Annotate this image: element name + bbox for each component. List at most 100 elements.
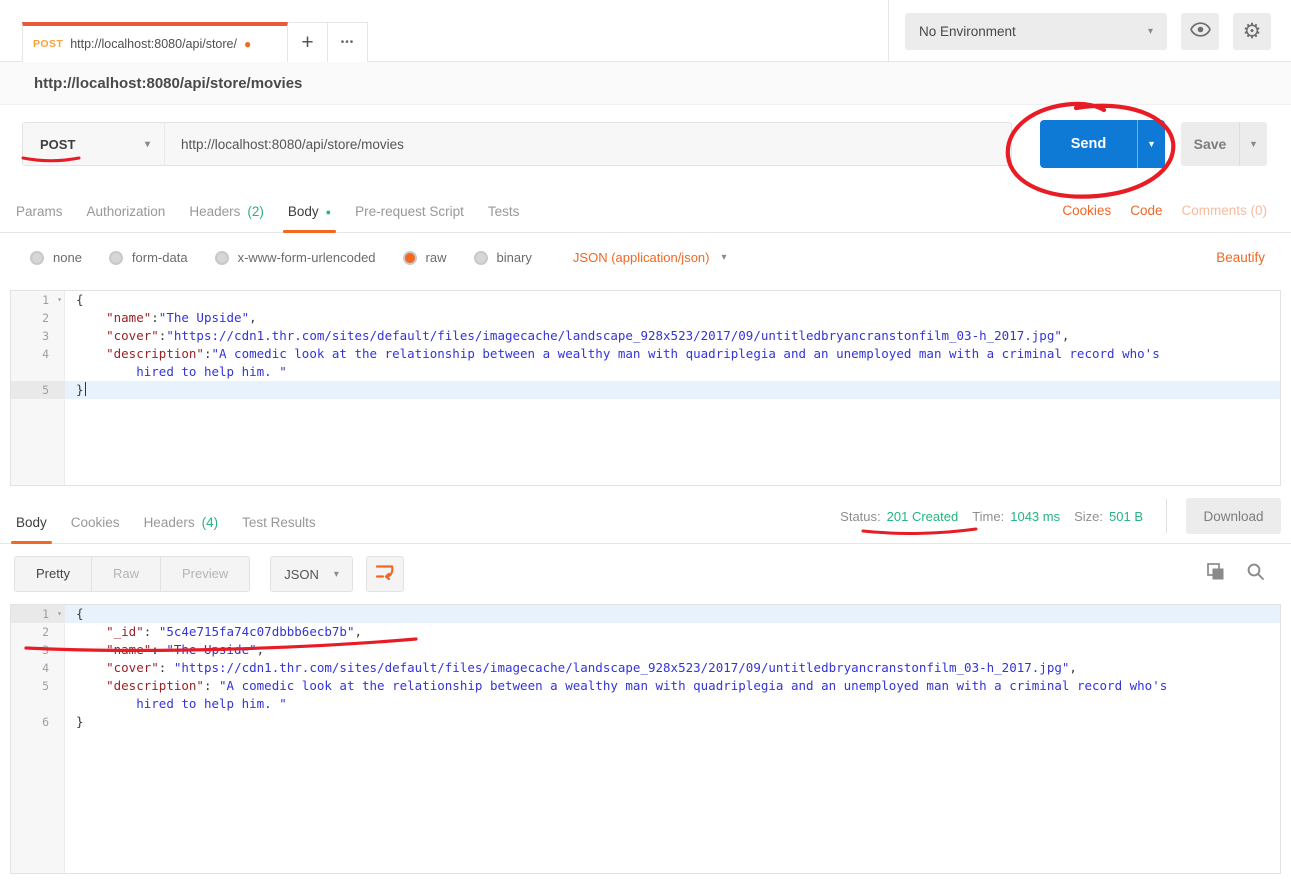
download-button[interactable]: Download bbox=[1186, 498, 1281, 534]
response-format-selector[interactable]: JSON ▾ bbox=[270, 556, 353, 592]
line-number bbox=[11, 363, 65, 381]
body-mode-x-www-form-urlencoded[interactable]: x-www-form-urlencoded bbox=[215, 250, 376, 265]
body-mode-label: form-data bbox=[132, 250, 188, 265]
method-selector[interactable]: POST ▾ bbox=[22, 122, 165, 166]
send-button[interactable]: Send bbox=[1040, 120, 1137, 168]
beautify-link[interactable]: Beautify bbox=[1216, 250, 1265, 265]
save-button[interactable]: Save bbox=[1181, 122, 1239, 166]
environment-selector[interactable]: No Environment ▾ bbox=[905, 13, 1167, 50]
search-icon[interactable] bbox=[1246, 562, 1265, 586]
link-comments-[interactable]: Comments (0) bbox=[1181, 203, 1267, 218]
request-tab-authorization[interactable]: Authorization bbox=[75, 191, 178, 232]
request-builder-row: POST ▾ http://localhost:8080/api/store/m… bbox=[0, 105, 1291, 183]
environment-quick-look-button[interactable] bbox=[1181, 13, 1219, 50]
token: "description" bbox=[106, 678, 204, 693]
request-tab-pre-request-script[interactable]: Pre-request Script bbox=[343, 191, 476, 232]
response-body-editor[interactable]: 1▾{2 "_id": "5c4e715fa74c07dbbb6ecb7b",3… bbox=[10, 604, 1281, 874]
code-text: "description":"A comedic look at the rel… bbox=[65, 345, 1160, 363]
open-request-tab[interactable]: POST http://localhost:8080/api/store/ ● bbox=[22, 22, 288, 62]
view-mode-raw[interactable]: Raw bbox=[92, 557, 161, 591]
code-line[interactable]: 4 "cover": "https://cdn1.thr.com/sites/d… bbox=[11, 659, 1280, 677]
code-line[interactable]: 5} bbox=[11, 381, 1280, 399]
body-mode-raw[interactable]: raw bbox=[403, 250, 447, 265]
line-number: 3 bbox=[11, 641, 65, 659]
code-text: "name": "The Upside", bbox=[65, 641, 264, 659]
body-set-dot: ● bbox=[326, 207, 331, 217]
token: : bbox=[151, 642, 166, 657]
radio-icon bbox=[30, 251, 44, 265]
token bbox=[76, 310, 106, 325]
view-mode-pretty[interactable]: Pretty bbox=[15, 557, 92, 591]
view-mode-preview[interactable]: Preview bbox=[161, 557, 249, 591]
body-mode-binary[interactable]: binary bbox=[474, 250, 532, 265]
save-options-button[interactable]: ▼ bbox=[1239, 122, 1267, 166]
token: hired to help him. " bbox=[136, 696, 287, 711]
wrap-lines-button[interactable] bbox=[366, 556, 404, 592]
token: { bbox=[76, 292, 84, 307]
url-input[interactable]: http://localhost:8080/api/store/movies bbox=[165, 122, 1012, 166]
content-type-selector[interactable]: JSON (application/json) ▾ bbox=[573, 250, 727, 265]
request-tab-headers[interactable]: Headers(2) bbox=[177, 191, 276, 232]
code-line[interactable]: 2 "_id": "5c4e715fa74c07dbbb6ecb7b", bbox=[11, 623, 1280, 641]
code-text: } bbox=[65, 381, 86, 399]
token: , bbox=[257, 642, 265, 657]
code-line[interactable]: 3 "cover":"https://cdn1.thr.com/sites/de… bbox=[11, 327, 1280, 345]
tab-count-badge: (2) bbox=[247, 204, 264, 219]
code-line[interactable]: 5 "description": "A comedic look at the … bbox=[11, 677, 1280, 695]
token: "The Upside" bbox=[166, 642, 256, 657]
save-button-group: Save ▼ bbox=[1181, 122, 1267, 166]
settings-button[interactable]: ⚙ bbox=[1233, 13, 1271, 50]
body-mode-label: raw bbox=[426, 250, 447, 265]
token: : bbox=[144, 624, 159, 639]
body-mode-form-data[interactable]: form-data bbox=[109, 250, 188, 265]
response-tab-headers[interactable]: Headers(4) bbox=[132, 502, 231, 543]
send-button-group: Send ▼ bbox=[1040, 120, 1165, 168]
code-line[interactable]: 6} bbox=[11, 713, 1280, 731]
code-line[interactable]: 1▾{ bbox=[11, 605, 1280, 623]
fold-toggle-icon[interactable]: ▾ bbox=[57, 605, 62, 623]
copy-icon[interactable] bbox=[1206, 562, 1225, 586]
link-cookies[interactable]: Cookies bbox=[1062, 203, 1111, 218]
body-mode-label: binary bbox=[497, 250, 532, 265]
token: "cover" bbox=[106, 328, 159, 343]
code-line[interactable]: hired to help him. " bbox=[11, 695, 1280, 713]
unsaved-changes-dot: ● bbox=[244, 37, 251, 51]
fold-toggle-icon[interactable]: ▾ bbox=[57, 291, 62, 309]
response-tab-cookies[interactable]: Cookies bbox=[59, 502, 132, 543]
token: "https://cdn1.thr.com/sites/default/file… bbox=[174, 660, 1070, 675]
line-number: 1▾ bbox=[11, 605, 65, 623]
tab-options-button[interactable]: ••• bbox=[328, 22, 368, 62]
response-header: BodyCookiesHeaders(4)Test Results Status… bbox=[0, 486, 1291, 544]
token: "https://cdn1.thr.com/sites/default/file… bbox=[166, 328, 1062, 343]
token: } bbox=[76, 382, 84, 397]
request-tab-tests[interactable]: Tests bbox=[476, 191, 532, 232]
new-tab-button[interactable]: + bbox=[288, 22, 328, 62]
body-mode-none[interactable]: none bbox=[30, 250, 82, 265]
code-line[interactable]: hired to help him. " bbox=[11, 363, 1280, 381]
token: : bbox=[159, 660, 174, 675]
token: "The Upside" bbox=[159, 310, 249, 325]
send-options-button[interactable]: ▼ bbox=[1137, 120, 1165, 168]
response-tab-test-results[interactable]: Test Results bbox=[230, 502, 328, 543]
code-line[interactable]: 3 "name": "The Upside", bbox=[11, 641, 1280, 659]
chevron-down-icon: ▾ bbox=[334, 569, 339, 580]
code-line[interactable]: 2 "name":"The Upside", bbox=[11, 309, 1280, 327]
request-tab-params[interactable]: Params bbox=[4, 191, 75, 232]
line-number: 2 bbox=[11, 623, 65, 641]
link-code[interactable]: Code bbox=[1130, 203, 1162, 218]
token: "name" bbox=[106, 310, 151, 325]
line-number: 5 bbox=[11, 677, 65, 695]
gear-icon: ⚙ bbox=[1243, 21, 1262, 42]
request-tab-body[interactable]: Body● bbox=[276, 191, 343, 232]
code-line[interactable]: 4 "description":"A comedic look at the r… bbox=[11, 345, 1280, 363]
code-line[interactable]: 1▾{ bbox=[11, 291, 1280, 309]
token: "cover" bbox=[106, 660, 159, 675]
token: , bbox=[249, 310, 257, 325]
response-tabs: BodyCookiesHeaders(4)Test Results bbox=[4, 502, 328, 543]
request-title: http://localhost:8080/api/store/movies bbox=[0, 62, 1291, 105]
response-tab-body[interactable]: Body bbox=[4, 502, 59, 543]
request-tabstrip: POST http://localhost:8080/api/store/ ● … bbox=[0, 0, 368, 61]
request-body-editor[interactable]: 1▾{2 "name":"The Upside",3 "cover":"http… bbox=[10, 290, 1281, 486]
environment-area: No Environment ▾ ⚙ bbox=[888, 0, 1291, 62]
chevron-down-icon: ▾ bbox=[1148, 26, 1153, 37]
